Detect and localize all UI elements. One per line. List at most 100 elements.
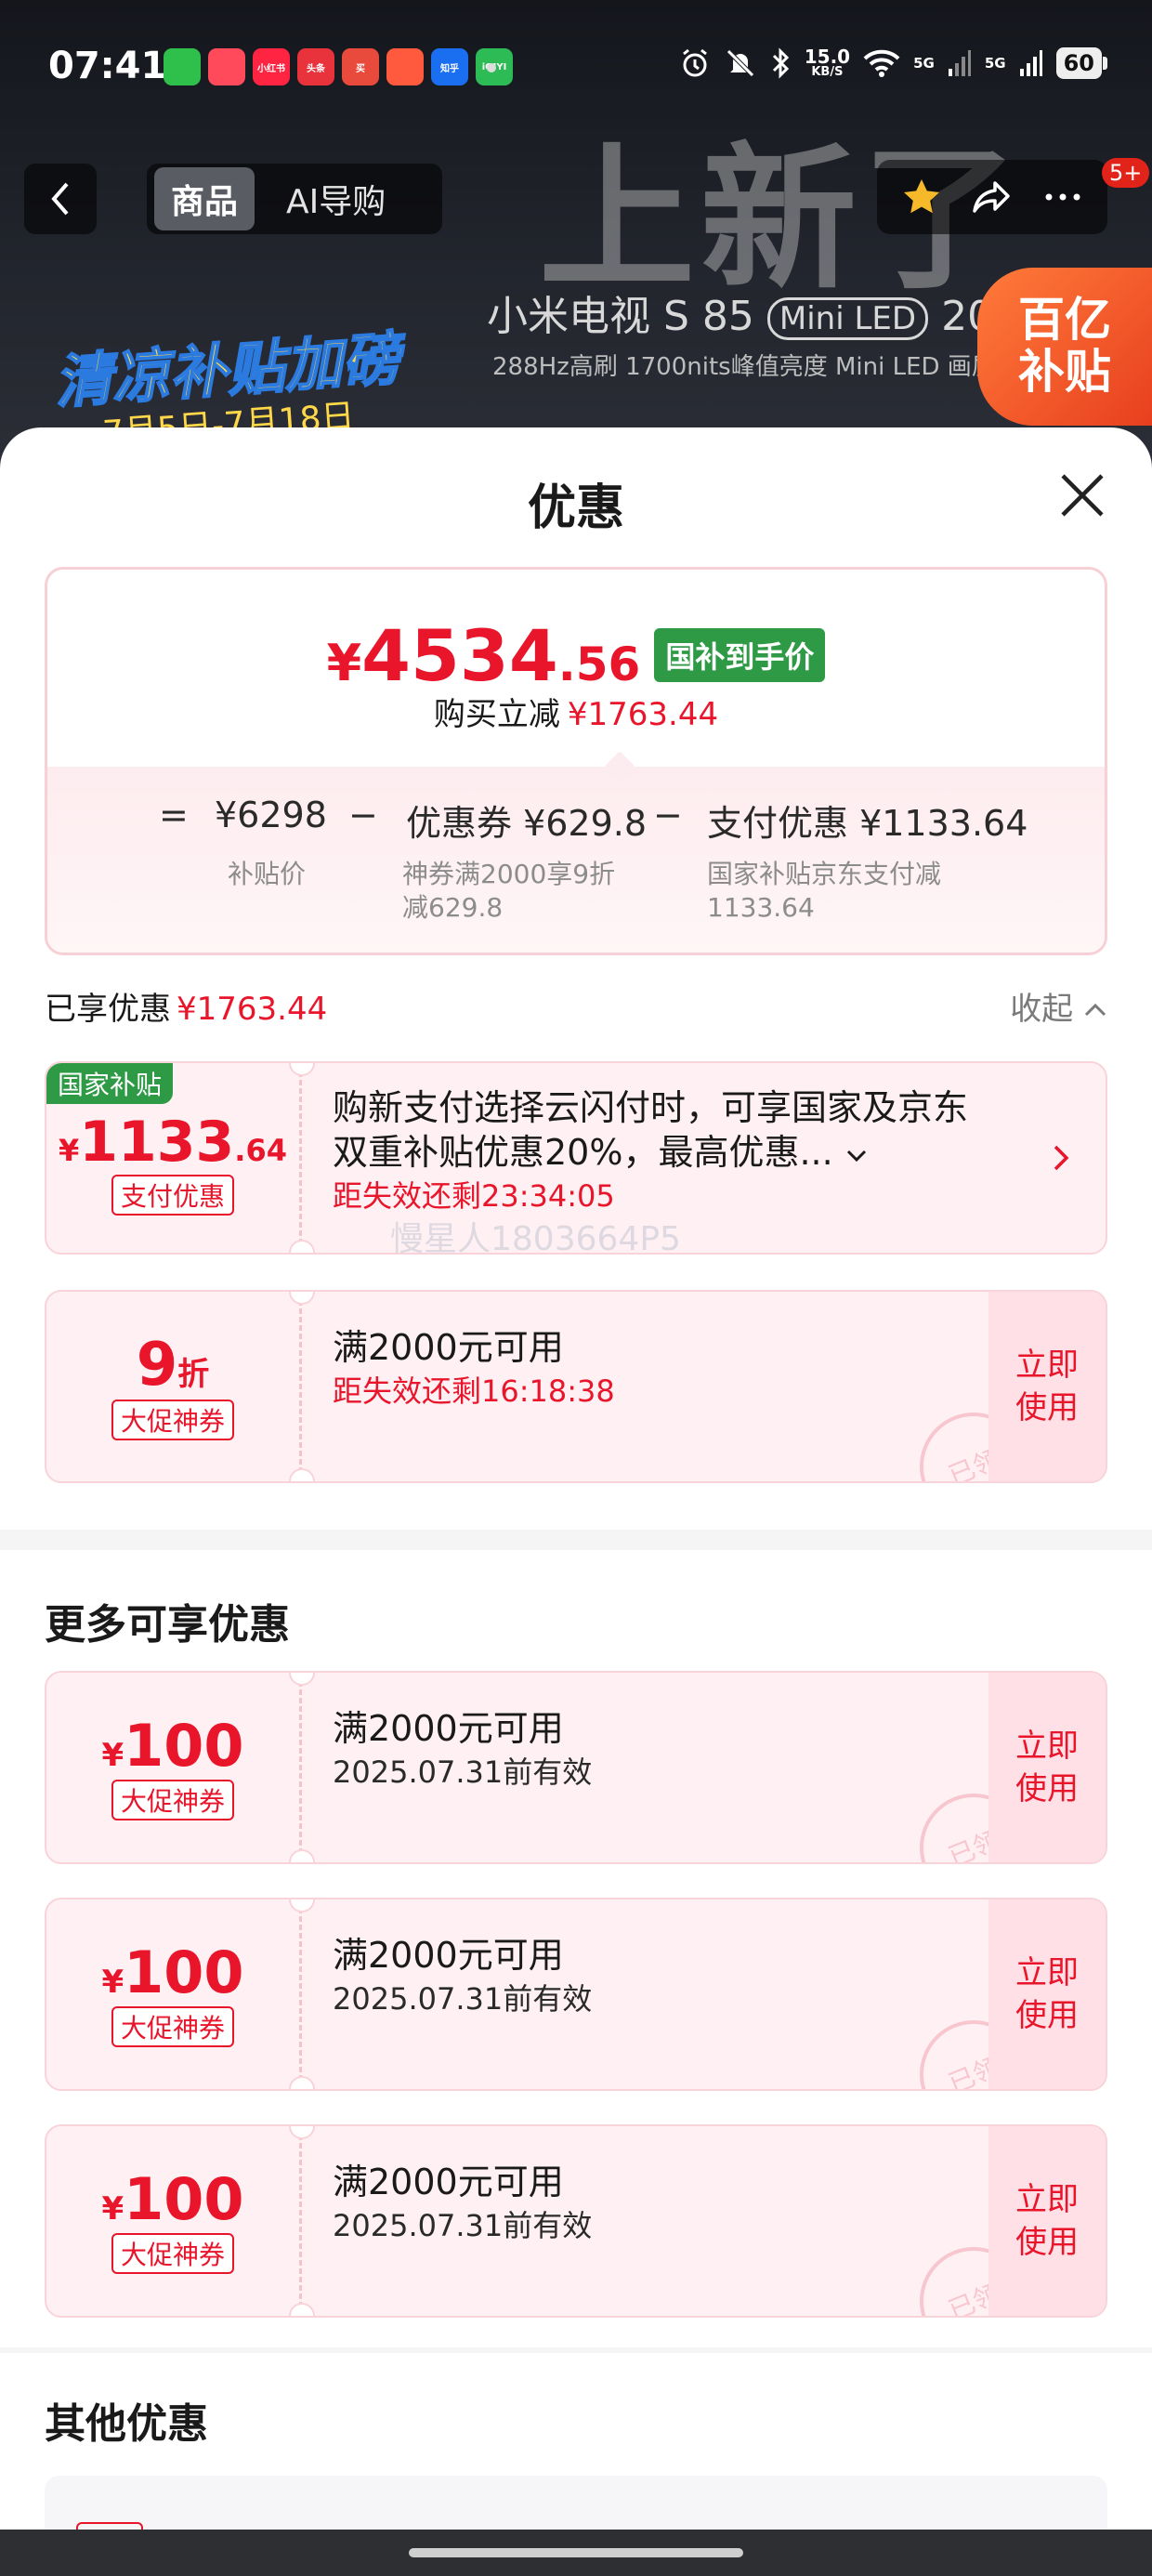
- xiaohongshu-icon: 小红书: [253, 48, 290, 85]
- breakdown-equals: =: [159, 795, 189, 835]
- status-time: 07:41: [48, 45, 167, 87]
- close-icon[interactable]: [1057, 470, 1107, 520]
- breakdown-coupon-note: 神券满2000享9折 减629.8: [402, 858, 615, 925]
- coupon-amount: ¥100: [46, 2126, 299, 2233]
- coupon-value-area: ¥100 大促神券: [46, 2126, 299, 2316]
- back-button[interactable]: [24, 164, 97, 234]
- share-icon[interactable]: [971, 176, 1014, 218]
- other-offers-title: 其他优惠: [45, 2400, 208, 2448]
- promo-coupon-100-off[interactable]: ¥100 大促神券 满2000元可用 2025.07.31前有效 已领 立即 使用: [45, 2124, 1107, 2318]
- coupon-details: 满2000元可用 2025.07.31前有效: [333, 2160, 966, 2247]
- coupon-divider: [289, 1292, 315, 1481]
- coupon-amount: ¥100: [46, 1899, 299, 2006]
- coupon-type-label: 大促神券: [111, 2233, 234, 2274]
- section-separator: [0, 1530, 1152, 1550]
- use-now-line2: 使用: [1015, 1770, 1079, 1807]
- coupon-amount-value: 100: [124, 1712, 244, 1780]
- use-now-line1: 立即: [1015, 1347, 1079, 1384]
- coupon-threshold: 满2000元可用: [333, 1708, 564, 1749]
- final-price-currency: ¥: [326, 634, 362, 692]
- coupon-type-label: 支付优惠: [111, 1175, 234, 1216]
- coupon-value-area: 9折 大促神券: [46, 1292, 299, 1481]
- coupon-desc-line1: 购新支付选择云闪付时，可享国家及京东: [333, 1087, 969, 1128]
- use-now-line2: 使用: [1015, 1389, 1079, 1426]
- promo-coupon-100-off[interactable]: ¥100 大促神券 满2000元可用 2025.07.31前有效 已领 立即 使用: [45, 1898, 1107, 2091]
- coupon-countdown: 距失效还剩16:18:38: [333, 1373, 615, 1409]
- coupon-type-label: 大促神券: [111, 2006, 234, 2047]
- discount-sheet: 优惠 ¥4534.56 国补到手价 购买立减 ¥1763.44 = ¥6298 −…: [0, 427, 1152, 2539]
- use-now-line1: 立即: [1015, 1954, 1079, 1991]
- coupon-type-label: 大促神券: [111, 1400, 234, 1440]
- breakdown-base-note: 补贴价: [228, 859, 307, 889]
- coupon-note-line1: 神券满2000享9折: [402, 859, 616, 889]
- zhihu-icon: 知乎: [431, 48, 468, 85]
- coupon-expiry: 2025.07.31前有效: [333, 1981, 593, 2017]
- signal-5g-label-2: 5G: [984, 55, 1006, 72]
- coupon-discount-value: 9: [136, 1331, 178, 1400]
- mute-bell-icon: [726, 49, 754, 77]
- collapse-button[interactable]: 收起: [1010, 983, 1107, 1029]
- use-now-line2: 使用: [1015, 2224, 1079, 2261]
- banner-spec: 288Hz高刷 1700nits峰值亮度 Mini LED 画质: [492, 353, 996, 381]
- enjoyed-label: 已享优惠: [45, 991, 171, 1028]
- network-speed: 15.0 KB/S: [805, 47, 850, 79]
- system-nav-bar: [0, 2530, 1152, 2576]
- banner-product-name: 小米电视 S 85 Mini LED 20: [487, 283, 993, 342]
- payment-note-line1: 国家补贴京东支付减: [707, 859, 942, 889]
- breakdown-base-price: ¥6298: [215, 795, 327, 835]
- favorite-star-icon[interactable]: [900, 176, 943, 218]
- chevron-right-icon[interactable]: [1050, 1139, 1072, 1176]
- banner-miniled-pill: Mini LED: [766, 297, 929, 340]
- use-now-button[interactable]: 立即 使用: [988, 1899, 1106, 2089]
- use-now-line1: 立即: [1015, 2181, 1079, 2218]
- coupon-amount-value: 100: [124, 1939, 244, 2006]
- final-price-integer: 4534: [361, 614, 558, 697]
- coupon-amount: 9折: [46, 1292, 299, 1400]
- final-price-decimal: .56: [557, 637, 641, 691]
- breakdown-payment: 支付优惠 ¥1133.64: [707, 803, 1028, 844]
- header-actions: [877, 160, 1107, 234]
- message-count-badge: 5+: [1102, 158, 1150, 188]
- coupon-amount: ¥100: [46, 1673, 299, 1780]
- coupon-amount-integer: 1133: [79, 1110, 235, 1175]
- use-now-button[interactable]: 立即 使用: [988, 1673, 1106, 1862]
- coupon-value-area: ¥100 大促神券: [46, 1899, 299, 2089]
- collapse-label: 收起: [1010, 991, 1074, 1028]
- wifi-icon: [863, 49, 900, 77]
- coupon-details: 满2000元可用 距失效还剩16:18:38: [333, 1325, 966, 1413]
- toutiao-icon: 头条: [297, 48, 334, 85]
- promo-coupon-100-off[interactable]: ¥100 大促神券 满2000元可用 2025.07.31前有效 已领 立即 使用: [45, 1671, 1107, 1864]
- tab-product[interactable]: 商品: [154, 167, 255, 230]
- battery-tip: [1103, 57, 1107, 70]
- section-separator: [0, 2347, 1152, 2353]
- use-now-button[interactable]: 立即 使用: [988, 2126, 1106, 2316]
- enjoyed-discount: 已享优惠 ¥1763.44: [45, 983, 327, 1029]
- coupon-note-line2: 减629.8: [402, 892, 504, 923]
- coupon-divider: [289, 1673, 315, 1862]
- enjoyed-value: ¥1763.44: [177, 991, 328, 1028]
- use-now-button[interactable]: 立即 使用: [988, 1292, 1106, 1481]
- coupon-threshold: 满2000元可用: [333, 1327, 564, 1368]
- breakdown-coupon: 优惠券 ¥629.8: [406, 803, 648, 844]
- notification-app-icons: 小红书头条买知乎iQIYI: [164, 48, 513, 85]
- alarm-icon: [682, 48, 707, 77]
- chevron-down-icon[interactable]: [844, 1146, 869, 1164]
- billion-subsidy-line2: 补贴: [1018, 345, 1111, 399]
- promo-coupon-9-off[interactable]: 9折 大促神券 满2000元可用 距失效还剩16:18:38 已领 立即 使用: [45, 1290, 1107, 1483]
- use-now-line1: 立即: [1015, 1728, 1079, 1765]
- coupon-amount-value: 100: [124, 2165, 244, 2233]
- status-indicators: 15.0 KB/S 5G 5G 60: [678, 46, 1107, 80]
- coupon-details: 满2000元可用 2025.07.31前有效: [333, 1933, 966, 2020]
- final-price: ¥4534.56 国补到手价: [47, 614, 1105, 697]
- coupon-currency: ¥: [101, 1737, 124, 1774]
- signal-bars-icon-2: [1019, 50, 1042, 76]
- chevron-left-icon: [51, 182, 69, 216]
- billion-subsidy-badge[interactable]: 百亿 补贴: [977, 268, 1152, 426]
- coupon-desc-line2: 双重补贴优惠20%，最高优惠...: [333, 1130, 1050, 1175]
- shopping-app-icon: 买: [342, 48, 379, 85]
- coupon-threshold: 满2000元可用: [333, 1935, 564, 1976]
- home-gesture-bar[interactable]: [409, 2548, 743, 2557]
- more-options-icon[interactable]: [1041, 176, 1084, 218]
- tab-ai-guide[interactable]: AI导购: [269, 167, 402, 230]
- gov-subsidy-price-tag: 国补到手价: [654, 628, 826, 682]
